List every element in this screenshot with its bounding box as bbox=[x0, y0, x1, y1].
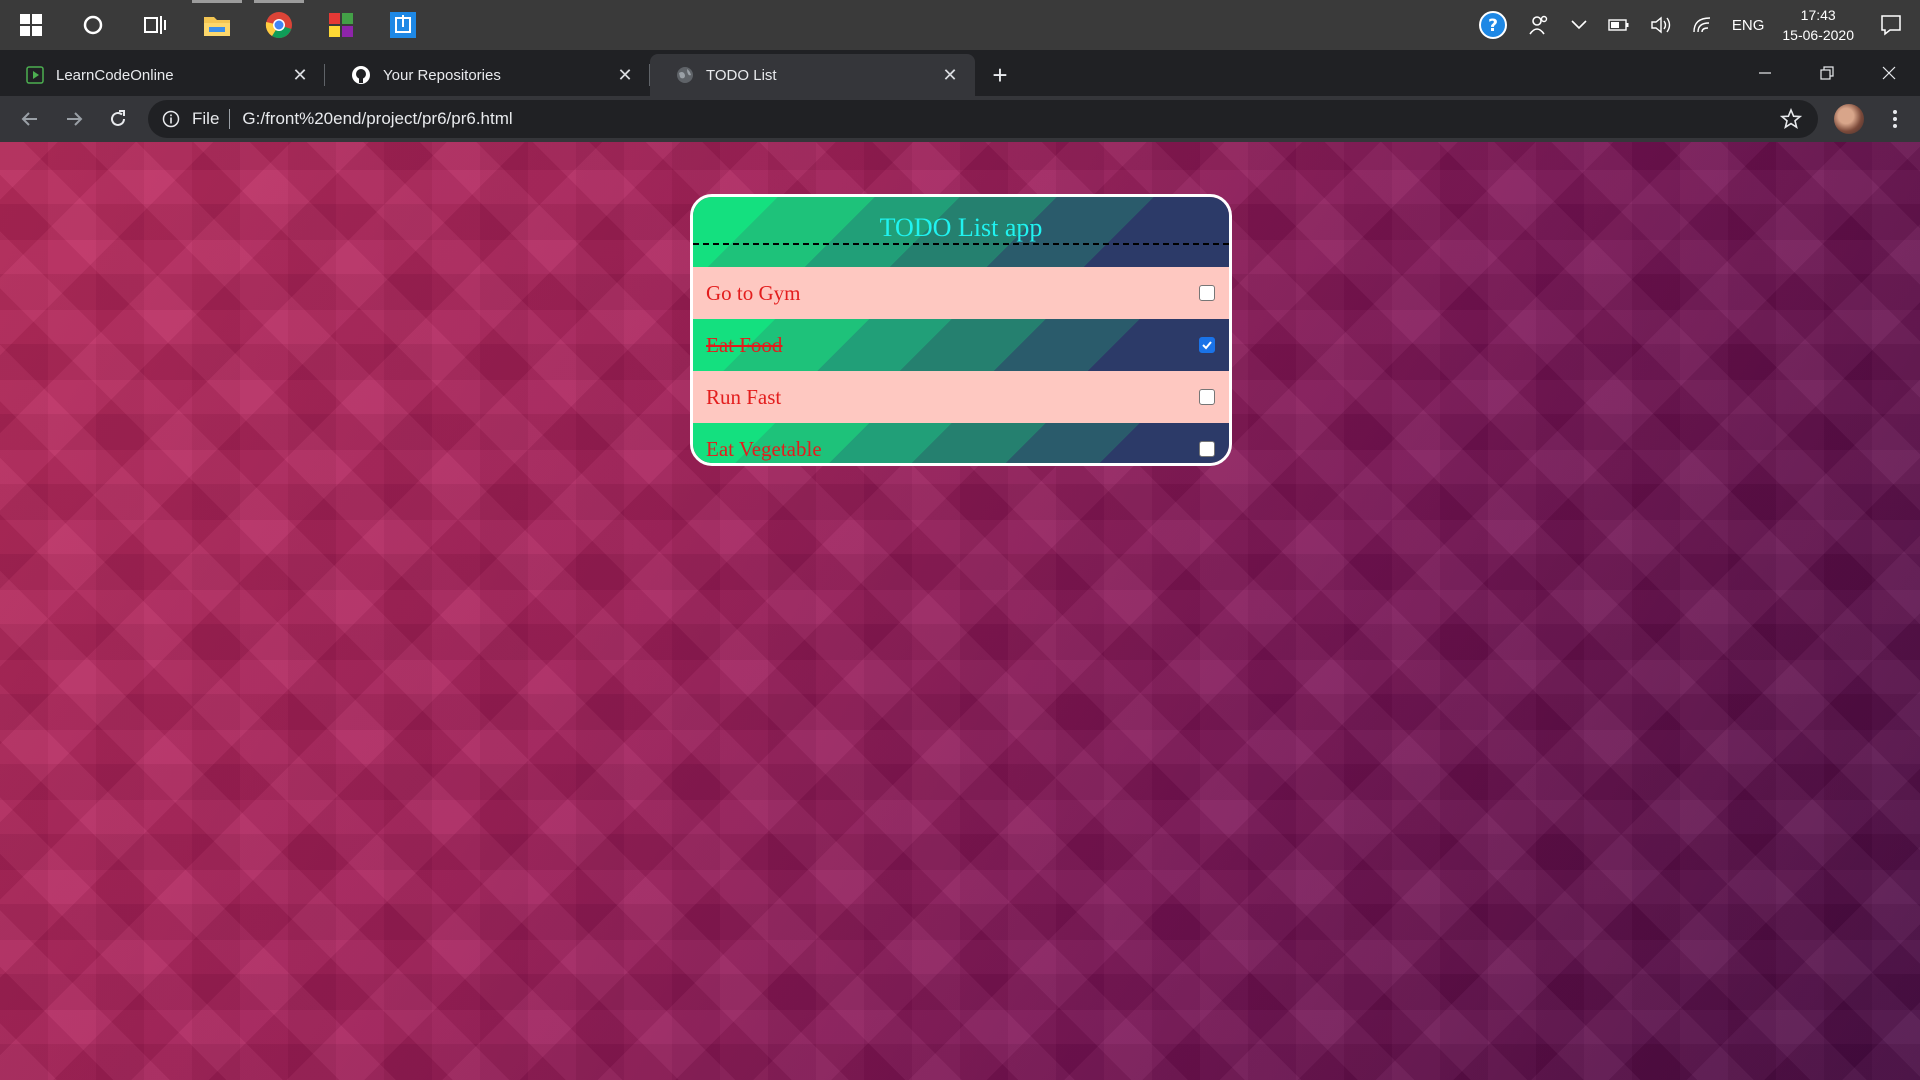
wifi-icon bbox=[1693, 17, 1710, 33]
todo-title: TODO List app bbox=[879, 213, 1043, 242]
tab-title: TODO List bbox=[706, 66, 777, 84]
system-tray: ? ENG 17:43 15-06-2020 bbox=[1468, 0, 1920, 50]
chrome-taskbar-button[interactable] bbox=[248, 0, 310, 50]
todo-item-label: Go to Gym bbox=[706, 280, 801, 305]
battery-tray-item[interactable] bbox=[1598, 0, 1640, 50]
battery-icon bbox=[1608, 19, 1629, 31]
svg-text:?: ? bbox=[1488, 16, 1498, 36]
todo-checkbox[interactable] bbox=[1199, 285, 1215, 301]
people-icon bbox=[1529, 15, 1548, 35]
file-explorer-button[interactable] bbox=[186, 0, 248, 50]
chevron-up-tray[interactable] bbox=[1560, 0, 1598, 50]
todo-item[interactable]: Go to Gym bbox=[693, 267, 1229, 319]
lco-play-icon bbox=[26, 66, 44, 84]
forward-button[interactable] bbox=[52, 97, 96, 141]
start-button[interactable] bbox=[0, 0, 62, 50]
volume-tray-item[interactable] bbox=[1640, 0, 1682, 50]
tab-your-repositories[interactable]: Your Repositories ✕ bbox=[325, 54, 650, 96]
minimize-button[interactable] bbox=[1734, 50, 1796, 96]
todo-item[interactable]: Eat Food bbox=[693, 319, 1229, 371]
todo-item-label: Eat Vegetable bbox=[706, 436, 822, 461]
windows-taskbar: ? ENG 17:43 15-06-2020 bbox=[0, 0, 1920, 50]
colorful-squares-icon bbox=[329, 13, 353, 37]
todo-item[interactable]: Eat Vegetable bbox=[693, 423, 1229, 463]
task-view-icon bbox=[144, 16, 166, 34]
task-view-button[interactable] bbox=[124, 0, 186, 50]
browser-toolbar: File G:/front%20end/project/pr6/pr6.html bbox=[0, 96, 1920, 142]
todo-item[interactable]: Run Fast bbox=[693, 371, 1229, 423]
info-icon[interactable] bbox=[162, 110, 180, 128]
address-bar[interactable]: File G:/front%20end/project/pr6/pr6.html bbox=[148, 100, 1818, 138]
close-icon[interactable]: ✕ bbox=[939, 65, 961, 86]
restore-icon bbox=[1820, 66, 1834, 80]
chevron-down-icon bbox=[1571, 20, 1587, 30]
checkmark-icon bbox=[1202, 341, 1212, 350]
github-icon bbox=[352, 66, 370, 84]
clock-date: 15-06-2020 bbox=[1782, 27, 1854, 43]
store-button[interactable] bbox=[310, 0, 372, 50]
back-button[interactable] bbox=[8, 97, 52, 141]
scheme-label: File bbox=[192, 109, 231, 129]
search-button[interactable] bbox=[62, 0, 124, 50]
tab-title: Your Repositories bbox=[383, 66, 501, 84]
window-controls bbox=[1734, 50, 1920, 96]
url-text[interactable]: G:/front%20end/project/pr6/pr6.html bbox=[242, 109, 512, 129]
tab-todo-list[interactable]: TODO List ✕ bbox=[650, 54, 975, 96]
close-icon[interactable]: ✕ bbox=[289, 65, 311, 86]
star-icon[interactable] bbox=[1780, 108, 1802, 130]
close-icon bbox=[1882, 66, 1896, 80]
page-viewport: TODO List app Go to Gym Eat Food Run Fas… bbox=[0, 142, 1920, 1080]
app-button[interactable] bbox=[372, 0, 434, 50]
more-vert-icon bbox=[1893, 110, 1897, 128]
blue-square-app-icon bbox=[390, 12, 416, 38]
clock[interactable]: 17:43 15-06-2020 bbox=[1774, 0, 1870, 50]
tab-strip: LearnCodeOnline ✕ Your Repositories ✕ TO… bbox=[0, 50, 1920, 96]
chrome-icon bbox=[265, 12, 292, 39]
close-icon[interactable]: ✕ bbox=[614, 65, 636, 86]
browser-menu-button[interactable] bbox=[1880, 104, 1910, 134]
restore-button[interactable] bbox=[1796, 50, 1858, 96]
reload-button[interactable] bbox=[96, 97, 140, 141]
people-tray-item[interactable] bbox=[1518, 0, 1560, 50]
arrow-right-icon bbox=[67, 112, 83, 126]
notification-icon bbox=[1881, 15, 1901, 36]
profile-avatar[interactable] bbox=[1834, 104, 1864, 134]
language-indicator[interactable]: ENG bbox=[1722, 0, 1775, 50]
todo-checkbox[interactable] bbox=[1199, 337, 1215, 353]
wifi-tray-item[interactable] bbox=[1682, 0, 1722, 50]
todo-card: TODO List app Go to Gym Eat Food Run Fas… bbox=[690, 194, 1232, 466]
todo-header: TODO List app bbox=[693, 197, 1229, 267]
arrow-left-icon bbox=[21, 112, 37, 126]
todo-checkbox[interactable] bbox=[1199, 441, 1215, 457]
reload-icon bbox=[111, 110, 125, 126]
windows-logo-icon bbox=[20, 14, 42, 36]
tab-title: LearnCodeOnline bbox=[56, 66, 174, 84]
help-tray-item[interactable]: ? bbox=[1468, 0, 1518, 50]
action-center-button[interactable] bbox=[1870, 0, 1920, 50]
new-tab-button[interactable]: + bbox=[979, 54, 1021, 96]
folder-icon bbox=[204, 17, 230, 36]
todo-item-label: Eat Food bbox=[706, 332, 783, 357]
todo-item-label: Run Fast bbox=[706, 384, 782, 409]
header-divider bbox=[693, 243, 1229, 245]
speaker-icon bbox=[1651, 16, 1671, 34]
close-window-button[interactable] bbox=[1858, 50, 1920, 96]
help-icon: ? bbox=[1478, 11, 1507, 39]
todo-checkbox[interactable] bbox=[1199, 389, 1215, 405]
tab-learncodeonline[interactable]: LearnCodeOnline ✕ bbox=[0, 54, 325, 96]
clock-time: 17:43 bbox=[1800, 7, 1836, 23]
cortana-circle-icon bbox=[83, 15, 103, 35]
minimize-icon bbox=[1759, 72, 1771, 74]
globe-icon bbox=[677, 67, 693, 83]
